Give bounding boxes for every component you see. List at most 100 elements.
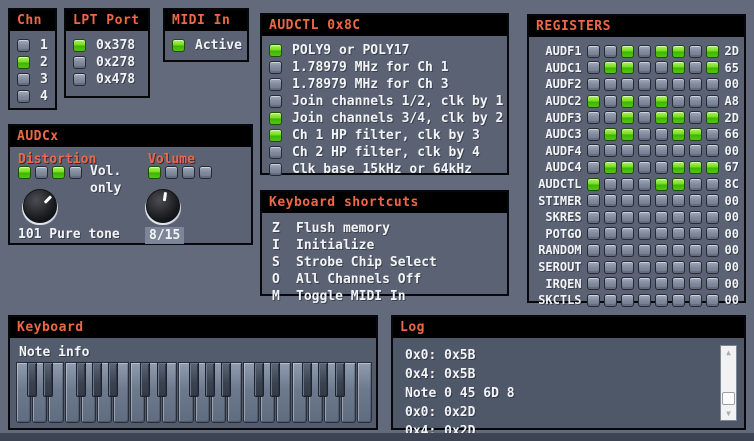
piano-black-key[interactable] <box>189 362 199 397</box>
bit-checkbox[interactable] <box>587 294 600 307</box>
piano-black-key[interactable] <box>221 362 231 397</box>
bit-checkbox[interactable] <box>621 78 634 91</box>
bit-checkbox[interactable] <box>672 95 685 108</box>
bit-checkbox[interactable] <box>638 211 651 224</box>
bit-checkbox[interactable] <box>706 78 719 91</box>
bit-checkbox[interactable] <box>604 244 617 257</box>
bit-checkbox[interactable] <box>706 211 719 224</box>
bit-checkbox[interactable] <box>655 61 668 74</box>
checkbox-3[interactable] <box>17 73 30 86</box>
bit-checkbox[interactable] <box>706 244 719 257</box>
bit-checkbox[interactable] <box>604 144 617 157</box>
bit-checkbox[interactable] <box>689 277 702 290</box>
bit-checkbox[interactable] <box>621 211 634 224</box>
bit-checkbox[interactable] <box>655 227 668 240</box>
scrollbar-thumb[interactable] <box>722 392 735 405</box>
bit-checkbox[interactable] <box>604 194 617 207</box>
checkbox-clk-base-15khz-or-64khz[interactable] <box>269 163 282 176</box>
bit-checkbox[interactable] <box>604 45 617 58</box>
bit-checkbox[interactable] <box>672 161 685 174</box>
bit-checkbox[interactable] <box>655 161 668 174</box>
bit-checkbox[interactable] <box>604 277 617 290</box>
bit-checkbox[interactable] <box>689 178 702 191</box>
bit-checkbox[interactable] <box>706 128 719 141</box>
checkbox-2[interactable] <box>17 56 30 69</box>
checkbox-join-channels-1-2-clk-by-1[interactable] <box>269 95 282 108</box>
bit-checkbox[interactable] <box>638 244 651 257</box>
bit-checkbox[interactable] <box>689 111 702 124</box>
bit-checkbox[interactable] <box>672 261 685 274</box>
bit-checkbox[interactable] <box>638 128 651 141</box>
bit-checkbox[interactable] <box>604 61 617 74</box>
bit-checkbox[interactable] <box>621 194 634 207</box>
bit-checkbox[interactable] <box>621 161 634 174</box>
bit-checkbox[interactable] <box>69 166 82 179</box>
bit-checkbox[interactable] <box>672 128 685 141</box>
bit-checkbox[interactable] <box>689 211 702 224</box>
bit-checkbox[interactable] <box>689 78 702 91</box>
bit-checkbox[interactable] <box>148 166 161 179</box>
bit-checkbox[interactable] <box>689 244 702 257</box>
piano-black-key[interactable] <box>302 362 312 397</box>
bit-checkbox[interactable] <box>604 78 617 91</box>
checkbox-0x278[interactable] <box>73 56 86 69</box>
bit-checkbox[interactable] <box>672 178 685 191</box>
bit-checkbox[interactable] <box>621 261 634 274</box>
bit-checkbox[interactable] <box>706 178 719 191</box>
bit-checkbox[interactable] <box>655 128 668 141</box>
bit-checkbox[interactable] <box>587 45 600 58</box>
bit-checkbox[interactable] <box>52 166 65 179</box>
bit-checkbox[interactable] <box>672 227 685 240</box>
bit-checkbox[interactable] <box>672 61 685 74</box>
bit-checkbox[interactable] <box>621 277 634 290</box>
checkbox-active[interactable] <box>172 39 185 52</box>
bit-checkbox[interactable] <box>706 277 719 290</box>
checkbox-poly9-or-poly17[interactable] <box>269 44 282 57</box>
bit-checkbox[interactable] <box>604 294 617 307</box>
checkbox-0x478[interactable] <box>73 73 86 86</box>
checkbox-1[interactable] <box>17 39 30 52</box>
piano-black-key[interactable] <box>43 362 53 397</box>
piano-black-key[interactable] <box>318 362 328 397</box>
piano-black-key[interactable] <box>254 362 264 397</box>
bit-checkbox[interactable] <box>587 128 600 141</box>
bit-checkbox[interactable] <box>587 277 600 290</box>
bit-checkbox[interactable] <box>655 45 668 58</box>
bit-checkbox[interactable] <box>587 144 600 157</box>
bit-checkbox[interactable] <box>706 294 719 307</box>
bit-checkbox[interactable] <box>604 178 617 191</box>
bit-checkbox[interactable] <box>655 78 668 91</box>
bit-checkbox[interactable] <box>587 111 600 124</box>
bit-checkbox[interactable] <box>621 294 634 307</box>
bit-checkbox[interactable] <box>706 144 719 157</box>
bit-checkbox[interactable] <box>655 294 668 307</box>
bit-checkbox[interactable] <box>689 161 702 174</box>
bit-checkbox[interactable] <box>587 227 600 240</box>
bit-checkbox[interactable] <box>587 194 600 207</box>
checkbox-4[interactable] <box>17 90 30 103</box>
bit-checkbox[interactable] <box>672 294 685 307</box>
bit-checkbox[interactable] <box>689 261 702 274</box>
bit-checkbox[interactable] <box>621 128 634 141</box>
bit-checkbox[interactable] <box>672 211 685 224</box>
bit-checkbox[interactable] <box>621 244 634 257</box>
checkbox-0x378[interactable] <box>73 39 86 52</box>
bit-checkbox[interactable] <box>604 227 617 240</box>
bit-checkbox[interactable] <box>689 194 702 207</box>
piano-black-key[interactable] <box>270 362 280 397</box>
bit-checkbox[interactable] <box>689 227 702 240</box>
bit-checkbox[interactable] <box>587 95 600 108</box>
bit-checkbox[interactable] <box>638 277 651 290</box>
bit-checkbox[interactable] <box>689 95 702 108</box>
bit-checkbox[interactable] <box>638 95 651 108</box>
piano-black-key[interactable] <box>92 362 102 397</box>
bit-checkbox[interactable] <box>18 166 31 179</box>
bit-checkbox[interactable] <box>655 111 668 124</box>
bit-checkbox[interactable] <box>587 161 600 174</box>
bit-checkbox[interactable] <box>672 194 685 207</box>
bit-checkbox[interactable] <box>655 244 668 257</box>
bit-checkbox[interactable] <box>672 45 685 58</box>
bit-checkbox[interactable] <box>587 178 600 191</box>
bit-checkbox[interactable] <box>706 61 719 74</box>
bit-checkbox[interactable] <box>604 128 617 141</box>
